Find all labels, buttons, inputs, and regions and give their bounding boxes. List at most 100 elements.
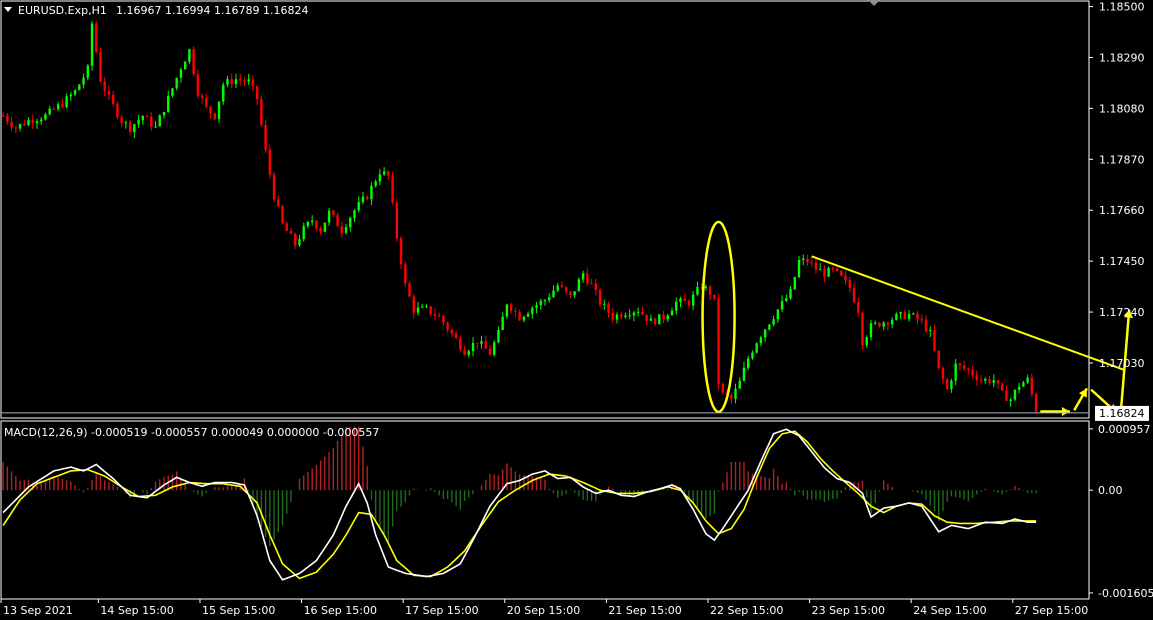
candle	[484, 335, 487, 349]
candle	[78, 84, 81, 91]
candle	[785, 294, 788, 302]
macd-histogram	[2, 426, 1037, 547]
candle	[827, 266, 830, 278]
candle	[111, 90, 115, 108]
current-price-label: 1.16824	[1099, 407, 1145, 420]
candle	[577, 277, 581, 292]
candle	[1034, 392, 1038, 414]
candle	[886, 321, 890, 331]
candle	[607, 301, 610, 318]
candle	[425, 304, 428, 309]
candle	[353, 208, 356, 222]
candle	[158, 114, 161, 127]
candle	[327, 207, 331, 226]
candle	[459, 335, 462, 353]
candle	[404, 261, 407, 287]
candle	[497, 326, 500, 344]
candle	[899, 311, 902, 319]
candle	[1017, 382, 1021, 394]
candle	[23, 119, 26, 127]
candle	[641, 306, 644, 316]
time-tick-label: 20 Sep 15:00	[507, 604, 580, 617]
candle	[696, 281, 699, 296]
candle	[103, 76, 106, 97]
candle	[399, 235, 403, 270]
candle	[319, 225, 322, 235]
candle	[298, 234, 301, 247]
candle	[382, 167, 386, 177]
time-tick-label: 21 Sep 15:00	[608, 604, 681, 617]
candle	[632, 311, 636, 322]
macd-lines	[2, 428, 1037, 581]
candle	[133, 123, 136, 138]
candle	[1, 112, 5, 117]
candle	[69, 92, 73, 101]
candle	[268, 144, 272, 179]
candle	[310, 215, 314, 226]
candle	[857, 297, 860, 317]
candle	[230, 73, 233, 89]
candle	[552, 285, 555, 298]
candle	[501, 312, 504, 331]
chart-menu-triangle-icon[interactable]	[4, 7, 12, 12]
candle	[916, 310, 919, 325]
candle	[446, 321, 449, 334]
candle	[556, 282, 559, 292]
candle	[217, 101, 221, 123]
candle	[603, 299, 606, 310]
price-tick-label: 1.17030	[1099, 357, 1145, 370]
candle	[315, 219, 318, 232]
candle	[717, 293, 720, 390]
candle	[662, 310, 665, 323]
candle	[450, 328, 454, 337]
candle	[691, 290, 695, 311]
macd-line	[2, 428, 1037, 581]
candle	[95, 20, 98, 54]
candle	[704, 284, 708, 291]
candle	[810, 256, 813, 268]
candle	[924, 315, 928, 333]
candle	[984, 377, 987, 384]
candle	[332, 209, 335, 218]
candle	[797, 256, 801, 279]
candle	[243, 77, 246, 86]
candle	[471, 337, 475, 357]
price-tick-label: 1.18080	[1099, 102, 1145, 115]
candle	[306, 220, 310, 229]
candle	[183, 60, 187, 70]
candle	[416, 301, 420, 316]
candle	[18, 123, 22, 132]
projection-arrow	[1040, 406, 1070, 416]
scroll-marker-icon[interactable]	[868, 0, 880, 6]
candle	[531, 306, 534, 319]
time-tick-label: 13 Sep 2021	[3, 604, 73, 617]
candle	[666, 313, 669, 323]
candle	[272, 172, 276, 203]
candle	[713, 294, 716, 301]
candle	[933, 324, 936, 352]
macd-panel-border	[0, 420, 1090, 600]
candle	[86, 63, 89, 81]
candle	[920, 314, 923, 324]
candle	[776, 309, 780, 323]
candle	[222, 82, 225, 105]
candle	[107, 85, 111, 100]
candle	[14, 125, 18, 134]
candle	[526, 311, 530, 318]
candle	[518, 309, 521, 321]
candle	[598, 288, 602, 307]
candle	[349, 216, 352, 232]
candle	[137, 114, 140, 128]
candle	[937, 350, 940, 371]
chart-canvas[interactable]: 1.18500 1.18290 1.18080 1.17870 1.17660 1.174…	[0, 0, 1153, 620]
candle	[294, 232, 297, 250]
candle	[569, 291, 572, 298]
candle	[958, 362, 962, 371]
candle	[539, 298, 542, 310]
candle	[205, 94, 208, 109]
candle	[61, 98, 64, 109]
candle	[454, 330, 458, 339]
candle	[90, 20, 94, 71]
candle	[548, 293, 551, 303]
candle	[768, 324, 771, 331]
